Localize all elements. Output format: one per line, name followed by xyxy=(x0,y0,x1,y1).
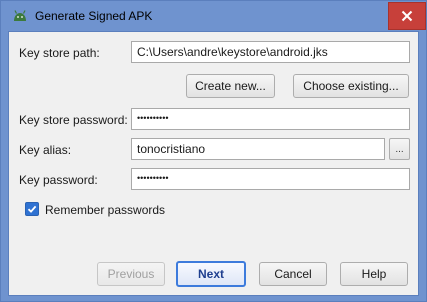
close-button[interactable] xyxy=(388,2,426,30)
key-password-label: Key password: xyxy=(19,173,98,187)
help-button[interactable]: Help xyxy=(340,262,408,286)
key-alias-field[interactable]: tonocristiano xyxy=(131,138,385,160)
previous-button[interactable]: Previous xyxy=(97,262,165,286)
browse-alias-button[interactable]: ... xyxy=(389,138,410,160)
remember-passwords-label[interactable]: Remember passwords xyxy=(45,203,165,217)
remember-passwords-checkbox[interactable] xyxy=(25,202,39,216)
dialog-content: Key store path: C:\Users\andre\keystore\… xyxy=(8,31,419,296)
create-new-button[interactable]: Create new... xyxy=(186,74,275,98)
key-store-path-label: Key store path: xyxy=(19,46,100,60)
key-alias-label: Key alias: xyxy=(19,143,72,157)
key-password-field[interactable]: •••••••••• xyxy=(131,168,410,190)
window-title: Generate Signed APK xyxy=(35,9,153,23)
close-icon xyxy=(401,10,413,22)
title-bar[interactable]: Generate Signed APK xyxy=(1,1,426,31)
choose-existing-button[interactable]: Choose existing... xyxy=(293,74,409,98)
checkmark-icon xyxy=(27,205,37,213)
dialog-window: Generate Signed APK Key store path: C:\U… xyxy=(0,0,427,302)
key-store-path-field[interactable]: C:\Users\andre\keystore\android.jks xyxy=(131,41,410,63)
cancel-button[interactable]: Cancel xyxy=(259,262,327,286)
key-store-password-label: Key store password: xyxy=(19,113,128,127)
next-button[interactable]: Next xyxy=(176,261,246,287)
android-icon xyxy=(14,10,26,21)
key-store-password-field[interactable]: •••••••••• xyxy=(131,108,410,130)
